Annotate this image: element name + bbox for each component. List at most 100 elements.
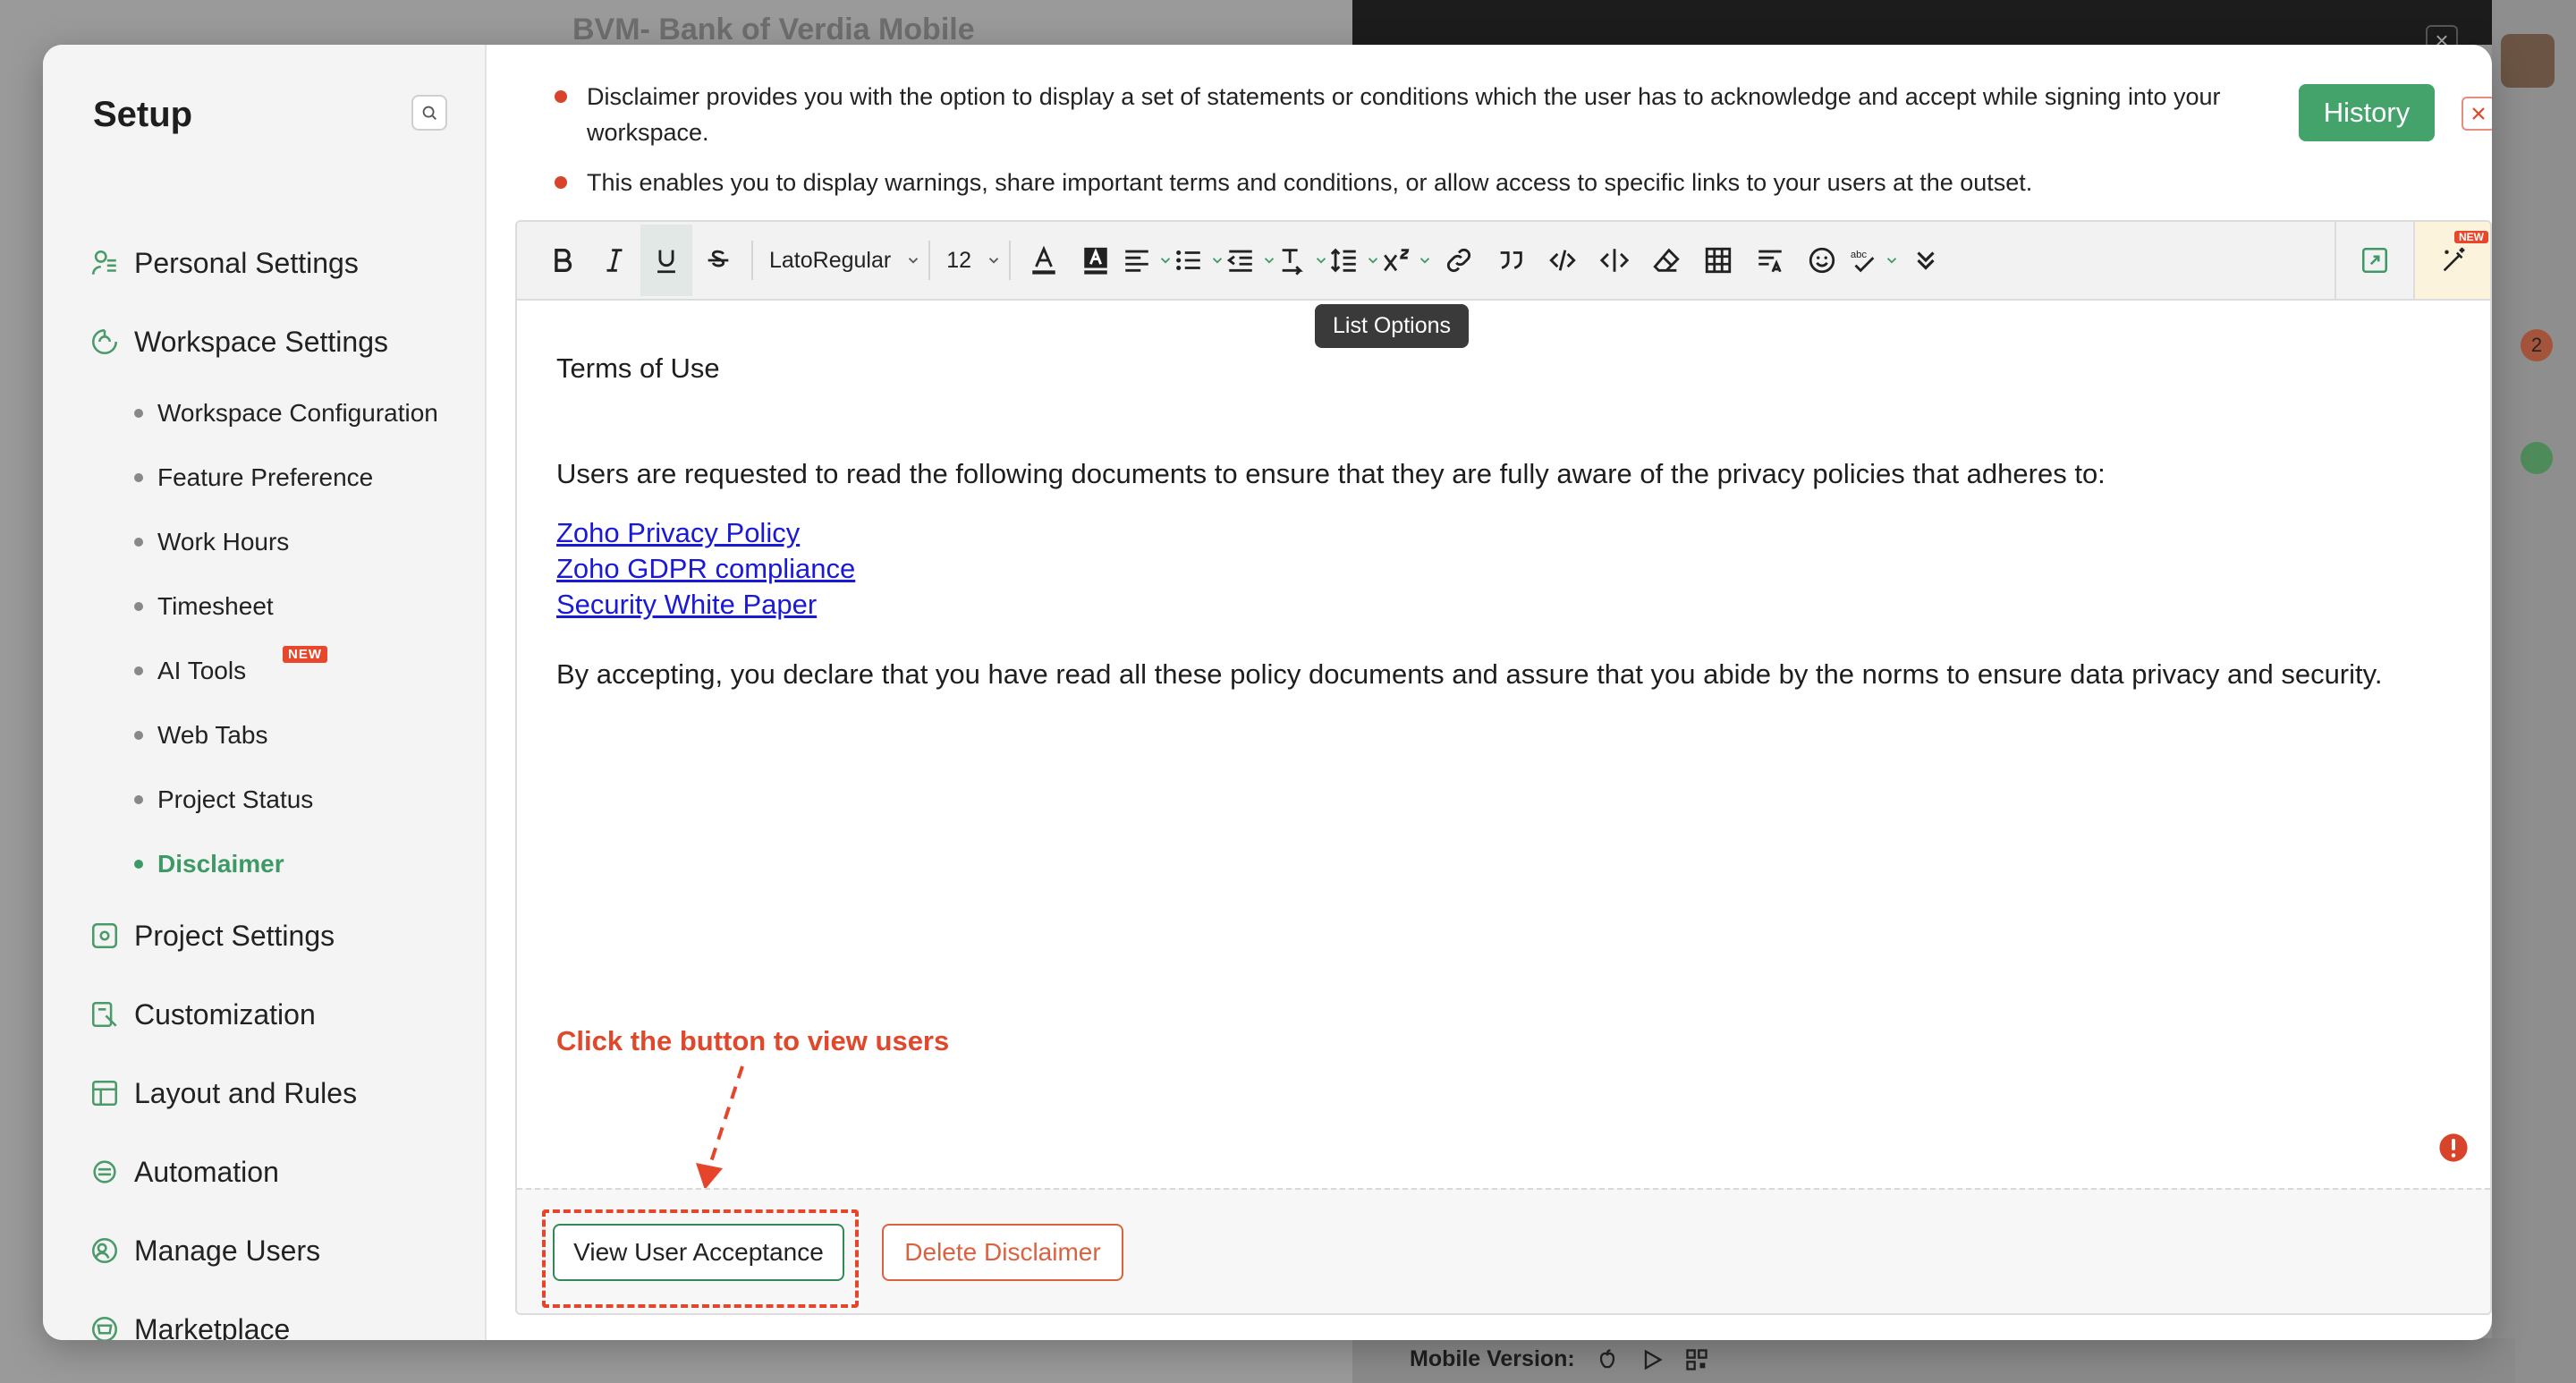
sidebar-item-label: Personal Settings	[134, 246, 359, 279]
sidebar-item-label: Manage Users	[134, 1234, 321, 1267]
sidebar-subitem-ai-tools[interactable]: AI Tools NEW	[89, 639, 465, 703]
sidebar-subitem-label: AI Tools	[157, 657, 247, 684]
italic-button[interactable]	[589, 225, 640, 296]
list-options-button[interactable]	[1174, 225, 1225, 296]
sidebar-title: Setup	[93, 95, 193, 134]
project-settings-icon	[91, 922, 118, 949]
sidebar-subitem-timesheet[interactable]: Timesheet	[89, 574, 465, 639]
sidebar-subitem-work-hours[interactable]: Work Hours	[89, 510, 465, 574]
sidebar-nav: Personal Settings Workspace Settings Wor…	[89, 224, 465, 1340]
close-button[interactable]	[2462, 97, 2492, 131]
mobile-version-label: Mobile Version:	[1410, 1346, 1575, 1371]
more-tools-button[interactable]	[1900, 225, 1952, 296]
sidebar-subitem-disclaimer[interactable]: Disclaimer	[89, 832, 465, 896]
customization-icon	[91, 1001, 117, 1028]
bullet-dot	[134, 602, 143, 611]
sidebar-subitem-feature-preference[interactable]: Feature Preference	[89, 445, 465, 510]
font-family-select[interactable]: LatoRegular	[760, 225, 921, 296]
bullet-dot	[134, 473, 143, 482]
history-button[interactable]: History	[2299, 84, 2435, 141]
sidebar-search-button[interactable]	[411, 95, 447, 131]
sidebar-item-marketplace[interactable]: Marketplace	[89, 1290, 465, 1340]
sidebar-item-workspace-settings[interactable]: Workspace Settings	[89, 302, 465, 381]
disclaimer-main: Disclaimer provides you with the option …	[487, 45, 2492, 1340]
text-format-icon	[1758, 250, 1782, 273]
sidebar-subitem-web-tabs[interactable]: Web Tabs	[89, 703, 465, 768]
sidebar-subitem-label: Feature Preference	[157, 463, 374, 491]
ai-assist-button[interactable]: NEW	[2413, 222, 2490, 299]
chevron-down-icon	[909, 258, 919, 264]
sidebar-item-automation[interactable]: Automation	[89, 1133, 465, 1211]
text-color-button[interactable]	[1018, 225, 1070, 296]
sidebar-item-customization[interactable]: Customization	[89, 975, 465, 1054]
sidebar-item-manage-users[interactable]: Manage Users	[89, 1211, 465, 1290]
annotation-arrow-icon	[696, 1065, 744, 1190]
line-height-button[interactable]	[1329, 225, 1381, 296]
underline-icon	[657, 250, 675, 274]
blockquote-button[interactable]	[1485, 225, 1537, 296]
sidebar-item-label: Workspace Settings	[134, 325, 388, 358]
clear-format-button[interactable]	[1640, 225, 1692, 296]
info-item: Disclaimer provides you with the option …	[555, 79, 2492, 150]
spellcheck-button[interactable]: abc	[1848, 225, 1900, 296]
sidebar-item-layout-and-rules[interactable]: Layout and Rules	[89, 1054, 465, 1133]
background-color-button[interactable]	[1070, 225, 1122, 296]
background-dark-panel	[1352, 0, 2515, 45]
sidebar-item-label: Marketplace	[134, 1312, 291, 1341]
insert-table-button[interactable]	[1692, 225, 1744, 296]
embed-button[interactable]	[1589, 225, 1640, 296]
info-item: This enables you to display warnings, sh…	[555, 165, 2492, 200]
sidebar-subitem-project-status[interactable]: Project Status	[89, 768, 465, 832]
list-icon	[1176, 250, 1200, 271]
sidebar-item-personal-settings[interactable]: Personal Settings	[89, 224, 465, 302]
superscript-button[interactable]	[1381, 225, 1433, 296]
emoji-button[interactable]	[1796, 225, 1848, 296]
font-size-select[interactable]: 12	[937, 225, 1002, 296]
delete-disclaimer-button[interactable]: Delete Disclaimer	[882, 1224, 1123, 1281]
new-badge: NEW	[2454, 231, 2488, 243]
insert-link-button[interactable]	[1433, 225, 1485, 296]
link-security-white-paper[interactable]: Security White Paper	[556, 587, 2451, 623]
format-painter-button[interactable]	[1744, 225, 1796, 296]
bullet-dot	[134, 795, 143, 804]
new-badge: NEW	[283, 646, 327, 663]
link-privacy-policy[interactable]: Zoho Privacy Policy	[556, 515, 2451, 551]
svg-text:abc: abc	[1851, 250, 1868, 260]
bullet-dot	[134, 666, 143, 675]
quote-icon	[1500, 251, 1522, 269]
underline-button[interactable]	[640, 225, 692, 296]
bold-button[interactable]	[537, 225, 589, 296]
sidebar-subitem-label: Workspace Configuration	[157, 399, 438, 427]
text-color-icon	[1032, 245, 1055, 275]
italic-icon	[606, 249, 623, 272]
strikethrough-button[interactable]	[692, 225, 744, 296]
align-button[interactable]	[1122, 225, 1174, 296]
bold-icon	[555, 248, 572, 273]
sidebar-item-project-settings[interactable]: Project Settings	[89, 896, 465, 975]
chevron-down-icon	[1212, 258, 1223, 264]
view-user-acceptance-button[interactable]: View User Acceptance	[553, 1224, 844, 1281]
indent-button[interactable]	[1225, 225, 1277, 296]
outdent-icon	[1226, 250, 1252, 272]
info-text: This enables you to display warnings, sh…	[587, 169, 2033, 196]
content-intro: Users are requested to read the followin…	[556, 458, 2106, 489]
code-button[interactable]	[1537, 225, 1589, 296]
editor-content[interactable]: Terms of Use Users are requested to read…	[517, 301, 2490, 776]
users-icon	[91, 1237, 118, 1264]
link-gdpr-compliance[interactable]: Zoho GDPR compliance	[556, 551, 2451, 587]
alert-icon[interactable]	[2438, 1133, 2469, 1163]
sidebar-item-label: Automation	[134, 1155, 279, 1188]
line-height-icon	[1330, 248, 1356, 273]
align-left-icon	[1125, 250, 1148, 272]
bullet-dot	[134, 860, 143, 869]
sidebar-subitem-workspace-configuration[interactable]: Workspace Configuration	[89, 381, 465, 445]
status-dot	[2521, 442, 2553, 474]
expand-editor-button[interactable]	[2334, 222, 2413, 299]
annotation-text: Click the button to view users	[556, 1025, 950, 1056]
avatar	[2501, 34, 2555, 88]
sidebar-subitem-label: Project Status	[157, 785, 314, 813]
emoji-icon	[1809, 247, 1835, 274]
automation-icon	[93, 1160, 116, 1184]
apple-icon	[1599, 1348, 1614, 1368]
text-direction-button[interactable]	[1277, 225, 1329, 296]
